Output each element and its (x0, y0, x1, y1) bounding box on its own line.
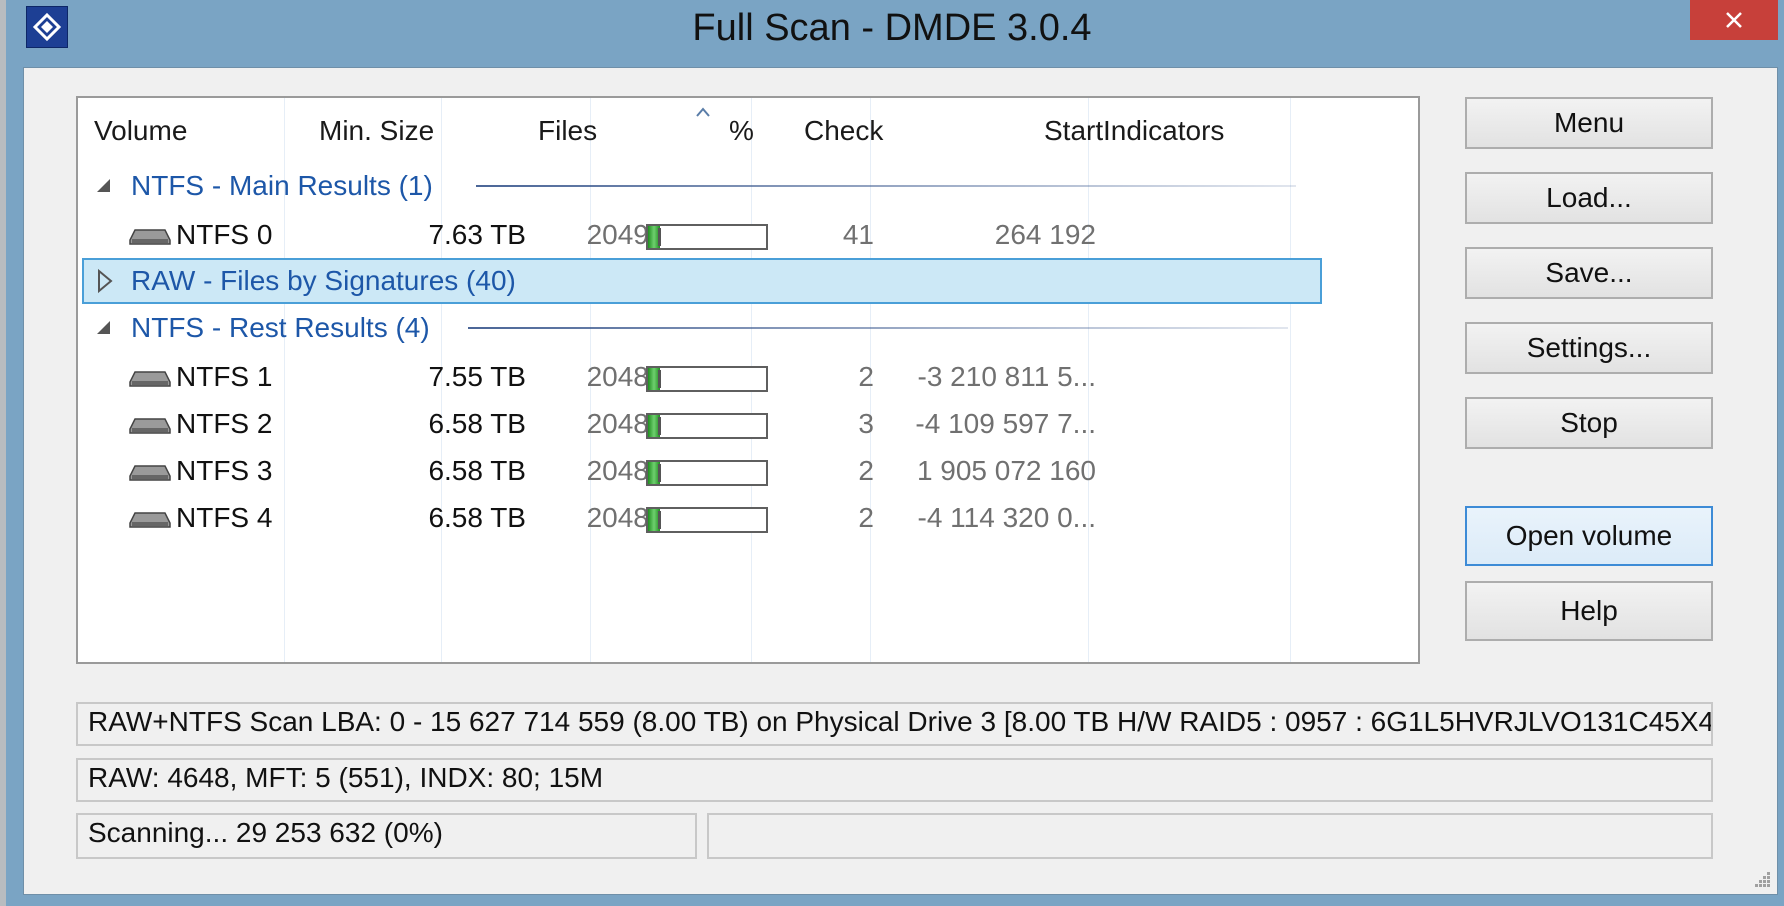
check-value: 41 (842, 219, 874, 250)
help-button[interactable]: Help (1465, 581, 1713, 641)
percent-marker (658, 511, 661, 529)
desktop-edge (0, 0, 6, 906)
expand-triangle-icon[interactable] (96, 268, 114, 294)
table-row[interactable]: NTFS 1 7.55 TB 204856 2 -3 210 811 5... (78, 356, 1418, 398)
volume-name: NTFS 4 (176, 502, 273, 533)
volume-name: NTFS 1 (176, 361, 273, 392)
scan-info-field: RAW+NTFS Scan LBA: 0 - 15 627 714 559 (8… (76, 702, 1713, 746)
percent-bar (646, 413, 768, 439)
counts-field: RAW: 4648, MFT: 5 (551), INDX: 80; 15M (76, 758, 1713, 802)
percent-bar (646, 224, 768, 250)
collapse-triangle-icon[interactable] (94, 176, 112, 194)
group-separator (468, 327, 1288, 329)
check-value: 2 (858, 502, 874, 533)
percent-bar (646, 507, 768, 533)
load-button[interactable]: Load... (1465, 172, 1713, 224)
open-volume-button[interactable]: Open volume (1465, 506, 1713, 566)
min-size: 7.63 TB (428, 219, 526, 250)
column-header-min-size[interactable]: Min. Size (319, 114, 434, 148)
drive-icon (129, 465, 171, 481)
column-header-files[interactable]: Files (538, 114, 597, 148)
window-title: Full Scan - DMDE 3.0.4 (692, 7, 1092, 49)
resize-grip-icon[interactable] (1751, 868, 1771, 888)
column-header-volume[interactable]: Volume (94, 114, 187, 148)
drive-icon (129, 418, 171, 434)
column-header-indicators[interactable]: Indicators (1103, 114, 1224, 148)
drive-icon (129, 371, 171, 387)
collapse-triangle-icon[interactable] (94, 318, 112, 336)
table-row[interactable]: NTFS 0 7.63 TB 204928 41 264 192 (78, 214, 1418, 256)
group-header-rest-results[interactable]: NTFS - Rest Results (4) (78, 308, 1418, 348)
dialog-client-area: Volume Min. Size Files % Check Start Ind… (23, 67, 1778, 895)
drive-icon (129, 512, 171, 528)
percent-bar (646, 366, 768, 392)
drive-icon (129, 229, 171, 245)
min-size: 7.55 TB (428, 361, 526, 392)
group-header-raw-signatures[interactable]: RAW - Files by Signatures (40) (82, 258, 1322, 304)
group-title: NTFS - Rest Results (4) (131, 312, 430, 343)
table-row[interactable]: NTFS 3 6.58 TB 204816 2 1 905 072 160 (78, 450, 1418, 492)
check-value: 3 (858, 408, 874, 439)
start-value: 264 192 (994, 219, 1096, 250)
start-value: -3 210 811 5... (917, 361, 1097, 392)
percent-marker (658, 370, 661, 388)
check-value: 2 (858, 455, 874, 486)
close-button[interactable] (1690, 0, 1778, 40)
results-list[interactable]: Volume Min. Size Files % Check Start Ind… (76, 96, 1420, 664)
stop-button[interactable]: Stop (1465, 397, 1713, 449)
progress-detail-field (707, 813, 1713, 859)
settings-button[interactable]: Settings... (1465, 322, 1713, 374)
group-separator (476, 185, 1296, 187)
group-header-main-results[interactable]: NTFS - Main Results (1) (78, 166, 1418, 206)
table-row[interactable]: NTFS 4 6.58 TB 204816 2 -4 114 320 0... (78, 497, 1418, 539)
percent-marker (658, 417, 661, 435)
start-value: 1 905 072 160 (916, 455, 1096, 486)
progress-text-field: Scanning... 29 253 632 (0%) (76, 813, 697, 859)
min-size: 6.58 TB (428, 502, 526, 533)
start-value: -4 114 320 0... (917, 502, 1097, 533)
percent-marker (658, 228, 661, 246)
min-size: 6.58 TB (428, 408, 526, 439)
group-title: NTFS - Main Results (1) (131, 170, 433, 201)
volume-name: NTFS 0 (176, 219, 273, 250)
volume-name: NTFS 2 (176, 408, 273, 439)
percent-marker (658, 464, 661, 482)
column-header-start[interactable]: Start (1044, 114, 1103, 148)
min-size: 6.58 TB (428, 455, 526, 486)
table-row[interactable]: NTFS 2 6.58 TB 204816 3 -4 109 597 7... (78, 403, 1418, 445)
column-header-check[interactable]: Check (804, 114, 883, 148)
volume-name: NTFS 3 (176, 455, 273, 486)
column-header-percent[interactable]: % (729, 114, 754, 148)
start-value: -4 109 597 7... (915, 408, 1096, 439)
check-value: 2 (858, 361, 874, 392)
group-title: RAW - Files by Signatures (40) (131, 265, 516, 296)
percent-bar (646, 460, 768, 486)
close-icon (1726, 12, 1742, 28)
save-button[interactable]: Save... (1465, 247, 1713, 299)
menu-button[interactable]: Menu (1465, 97, 1713, 149)
sort-ascending-icon (696, 107, 710, 117)
